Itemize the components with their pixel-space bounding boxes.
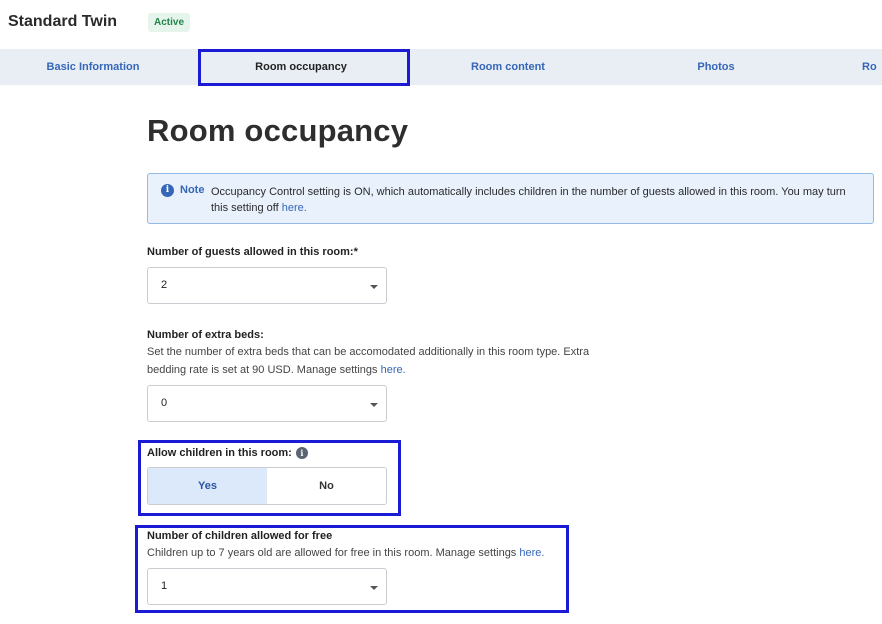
- extra-beds-desc-line2: bedding rate is set at 90 USD. Manage se…: [147, 361, 589, 379]
- children-free-select[interactable]: 1: [147, 568, 387, 605]
- extra-beds-here-link[interactable]: here.: [381, 364, 406, 376]
- note-here-link[interactable]: here.: [282, 202, 307, 214]
- tab-bar: Basic Information Room occupancy Room co…: [0, 49, 882, 85]
- allow-children-toggle: Yes No: [147, 467, 387, 505]
- note-label: Note: [180, 184, 205, 196]
- children-free-value: 1: [161, 580, 168, 592]
- children-free-here-link[interactable]: here.: [519, 547, 544, 559]
- tab-basic-information[interactable]: Basic Information: [30, 49, 156, 85]
- children-no-option[interactable]: No: [267, 468, 386, 504]
- extra-beds-select[interactable]: 0: [147, 385, 387, 422]
- extra-beds-desc-text: bedding rate is set at 90 USD. Manage se…: [147, 364, 381, 376]
- extra-beds-label: Number of extra beds:: [147, 329, 264, 341]
- children-free-description: Children up to 7 years old are allowed f…: [147, 544, 544, 562]
- children-free-desc-text: Children up to 7 years old are allowed f…: [147, 547, 520, 559]
- tab-room-occupancy[interactable]: Room occupancy: [210, 49, 392, 85]
- chevron-down-icon: [370, 586, 378, 590]
- children-free-label: Number of children allowed for free: [147, 530, 333, 542]
- tab-photos[interactable]: Photos: [670, 49, 762, 85]
- guests-value: 2: [161, 279, 168, 291]
- guests-label: Number of guests allowed in this room:*: [147, 246, 358, 258]
- allow-children-label: Allow children in this room:: [147, 447, 292, 459]
- children-yes-option[interactable]: Yes: [148, 468, 268, 504]
- note-text: Occupancy Control setting is ON, which a…: [211, 184, 861, 216]
- page-title: Room occupancy: [147, 113, 409, 148]
- occupancy-note: i Note Occupancy Control setting is ON, …: [147, 173, 874, 224]
- guests-select[interactable]: 2: [147, 267, 387, 304]
- tab-truncated[interactable]: Ro: [862, 49, 882, 85]
- room-title: Standard Twin: [8, 13, 118, 30]
- extra-beds-value: 0: [161, 397, 168, 409]
- chevron-down-icon: [370, 285, 378, 289]
- status-badge: Active: [148, 13, 191, 32]
- tab-room-content[interactable]: Room content: [440, 49, 576, 85]
- info-icon[interactable]: i: [295, 447, 308, 460]
- allow-children-label-row: Allow children in this room: i: [147, 447, 308, 460]
- chevron-down-icon: [370, 403, 378, 407]
- extra-beds-desc-line1: Set the number of extra beds that can be…: [147, 346, 590, 358]
- extra-beds-description: Set the number of extra beds that can be…: [147, 343, 589, 379]
- info-icon: i: [161, 184, 174, 197]
- page-header: Standard Twin Active: [0, 0, 882, 48]
